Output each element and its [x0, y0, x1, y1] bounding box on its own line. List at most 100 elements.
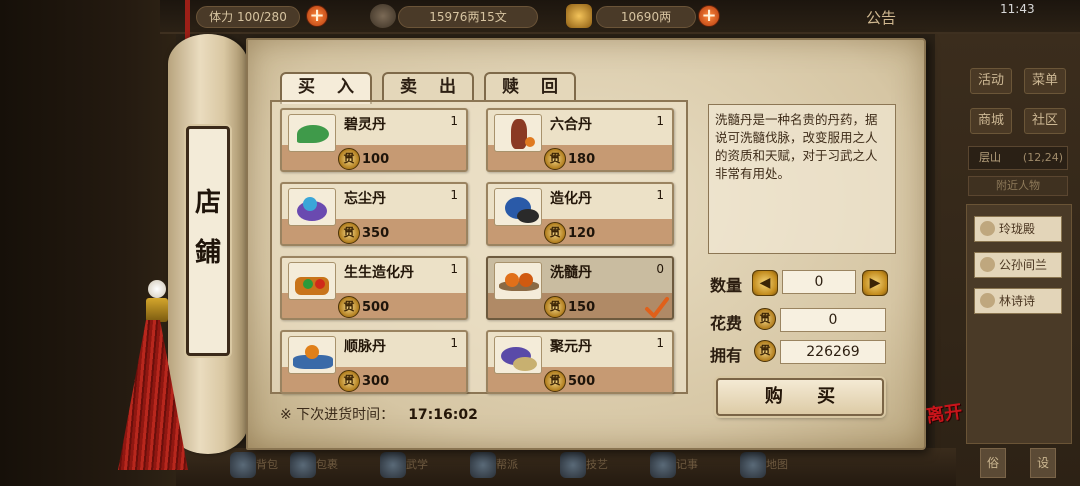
item-quantity: 1	[450, 336, 458, 350]
bottom-menu-item[interactable]: 技艺	[560, 452, 608, 482]
npc-name: 玲珑殿	[999, 222, 1036, 236]
item-quantity: 1	[656, 188, 664, 202]
tab-redeem[interactable]: 赎 回	[484, 72, 576, 102]
community-button[interactable]: 社区	[1024, 108, 1066, 134]
npc-name: 公孙间兰	[999, 258, 1048, 272]
npc-icon	[980, 221, 995, 236]
buy-button[interactable]: 购 买	[716, 378, 884, 416]
item-quantity: 0	[656, 262, 664, 276]
jade-disc-pill-icon	[494, 336, 542, 374]
item-price: 100	[362, 152, 390, 167]
checkmark-icon	[645, 297, 669, 318]
increase-quantity-button[interactable]: ▶	[862, 270, 888, 296]
coin-icon: 贯	[544, 148, 566, 170]
tab-sell[interactable]: 卖 出	[382, 72, 474, 102]
add-stamina-button[interactable]: +	[306, 5, 328, 27]
gold-box-pill-icon	[288, 262, 336, 300]
menu-item-label: 记事	[676, 458, 698, 471]
owned-label: 拥有	[710, 346, 743, 365]
shop-item[interactable]: 聚元丹 1 贯 500	[486, 330, 674, 394]
menu-item-icon	[560, 452, 586, 478]
item-price: 180	[568, 152, 596, 167]
coin-icon: 贯	[754, 308, 776, 330]
location-display: 层山 (12,24)	[968, 146, 1068, 170]
gold-ingot-icon	[566, 4, 592, 28]
item-name: 忘尘丹	[344, 191, 386, 207]
shop-item[interactable]: 忘尘丹 1 贯 350	[280, 182, 468, 246]
corner-button[interactable]: 俗	[980, 448, 1006, 478]
coin-icon: 贯	[544, 222, 566, 244]
decrease-quantity-button[interactable]: ◀	[752, 270, 778, 296]
bottom-menu-item[interactable]: 记事	[650, 452, 698, 482]
cost-value: 0	[780, 308, 886, 332]
add-gold-button[interactable]: +	[698, 5, 720, 27]
menu-item-icon	[230, 452, 256, 478]
bottom-menu-item[interactable]: 地图	[740, 452, 788, 482]
item-price: 150	[568, 300, 596, 315]
item-name: 生生造化丹	[344, 265, 414, 281]
menu-item-icon	[740, 452, 766, 478]
location-coords: (12,24)	[1022, 151, 1063, 164]
item-name: 聚元丹	[550, 339, 592, 355]
item-name: 洗髓丹	[550, 265, 592, 281]
shop-item[interactable]: 造化丹 1 贯 120	[486, 182, 674, 246]
quantity-value[interactable]: 0	[782, 270, 856, 294]
owned-value: 226269	[780, 340, 886, 364]
menu-item-label: 帮派	[496, 458, 518, 471]
cost-label: 花费	[710, 314, 743, 333]
npc-item[interactable]: 玲珑殿	[974, 216, 1062, 242]
mall-button[interactable]: 商城	[970, 108, 1012, 134]
menu-item-label: 背包	[256, 458, 278, 471]
menu-item-label: 武学	[406, 458, 428, 471]
menu-item-label: 包裹	[316, 458, 338, 471]
leave-button[interactable]: 离开	[925, 401, 975, 451]
item-name: 六合丹	[550, 117, 592, 133]
restock-info: ※ 下次进货时间： 17:16:02	[280, 404, 478, 424]
item-price: 300	[362, 374, 390, 389]
location-name: 层山	[979, 151, 1001, 164]
shop-item[interactable]: 生生造化丹 1 贯 500	[280, 256, 468, 320]
shop-item-selected[interactable]: 洗髓丹 0 贯 150	[486, 256, 674, 320]
nearby-tab[interactable]: 附近人物	[968, 176, 1068, 196]
item-name: 碧灵丹	[344, 117, 386, 133]
item-name: 造化丹	[550, 191, 592, 207]
shop-item[interactable]: 碧灵丹 1 贯 100	[280, 108, 468, 172]
shop-item[interactable]: 六合丹 1 贯 180	[486, 108, 674, 172]
shop-item[interactable]: 顺脉丹 1 贯 300	[280, 330, 468, 394]
announcement-button[interactable]: 公告	[866, 7, 896, 28]
coin-icon: 贯	[338, 222, 360, 244]
item-price: 500	[568, 374, 596, 389]
tassel-cap	[146, 298, 168, 322]
wine-gourd-icon	[494, 114, 542, 152]
menu-item-label: 地图	[766, 458, 788, 471]
coin-icon: 贯	[544, 370, 566, 392]
purple-box-pill-icon	[288, 188, 336, 226]
npc-item[interactable]: 公孙间兰	[974, 252, 1062, 278]
coin-icon: 贯	[338, 370, 360, 392]
item-description: 洗髓丹是一种名贵的丹药，据说可洗髓伐脉，改变服用之人的资质和天赋，对于习武之人非…	[708, 104, 896, 254]
corner-button[interactable]: 设	[1030, 448, 1056, 478]
item-quantity: 1	[450, 262, 458, 276]
coin-pouch-icon	[370, 4, 396, 28]
bottom-menu-item[interactable]: 包裹	[290, 452, 338, 482]
restock-label: ※ 下次进货时间：	[280, 407, 395, 423]
tassel-bead	[148, 280, 166, 298]
bottom-menu-item[interactable]: 帮派	[470, 452, 518, 482]
bottom-menu-item[interactable]: 背包	[230, 452, 278, 482]
npc-item[interactable]: 林诗诗	[974, 288, 1062, 314]
menu-item-icon	[470, 452, 496, 478]
menu-button[interactable]: 菜单	[1024, 68, 1066, 94]
stamina-readout: 体力 100/280	[196, 6, 300, 28]
npc-name: 林诗诗	[999, 294, 1036, 308]
item-price: 350	[362, 226, 390, 241]
activity-button[interactable]: 活动	[970, 68, 1012, 94]
item-name: 顺脉丹	[344, 339, 386, 355]
menu-item-icon	[380, 452, 406, 478]
quantity-label: 数量	[710, 276, 743, 295]
shop-title: 店鋪	[194, 188, 221, 268]
menu-item-icon	[290, 452, 316, 478]
coin-icon: 贯	[338, 296, 360, 318]
bottom-menu-item[interactable]: 武学	[380, 452, 428, 482]
npc-icon	[980, 257, 995, 272]
item-quantity: 1	[656, 336, 664, 350]
